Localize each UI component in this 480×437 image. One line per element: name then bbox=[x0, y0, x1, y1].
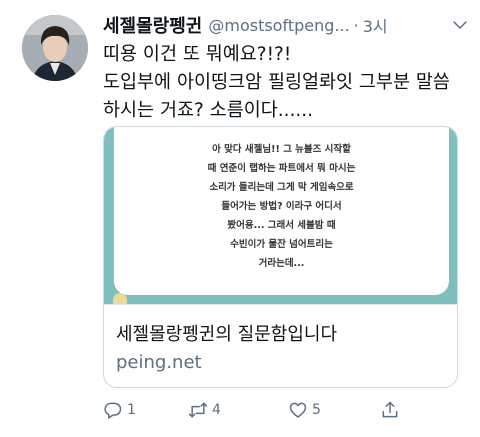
retweet-count: 4 bbox=[212, 402, 221, 418]
display-name[interactable]: 세젤몰랑펭귄 bbox=[103, 12, 202, 38]
card-media: 아 맞다 새젤님!! 그 뉴블즈 시작할 때 연준이 랩하는 파트에서 뭐 마시… bbox=[104, 127, 457, 305]
tweet-time[interactable]: 3시 bbox=[363, 13, 388, 37]
heart-icon bbox=[289, 402, 307, 418]
retweet-button[interactable]: 4 bbox=[188, 398, 221, 422]
card-domain: peing.net bbox=[116, 352, 202, 373]
share-icon bbox=[382, 401, 398, 418]
reply-button[interactable]: 1 bbox=[103, 398, 136, 422]
user-handle[interactable]: @mostsoftpeng... bbox=[208, 16, 349, 35]
action-bar: 1 4 5 bbox=[103, 398, 403, 422]
tweet-text: 띠용 이건 또 뭐예요?!?! 도입부에 아이띵크암 필링얼롸잇 그부분 말씀 … bbox=[103, 44, 450, 121]
reply-icon bbox=[104, 402, 122, 419]
reply-count: 1 bbox=[127, 402, 136, 418]
question-text: 아 맞다 새젤님!! 그 뉴블즈 시작할 때 연준이 랩하는 파트에서 뭐 마시… bbox=[207, 144, 356, 269]
like-count: 5 bbox=[312, 402, 321, 418]
separator-dot: · bbox=[353, 15, 359, 35]
tweet-header: 세젤몰랑펭귄 @mostsoftpeng... · 3시 bbox=[103, 12, 473, 38]
share-button[interactable] bbox=[380, 398, 400, 422]
chevron-down-icon[interactable] bbox=[451, 16, 469, 34]
avatar-image bbox=[22, 15, 88, 81]
avatar[interactable] bbox=[22, 15, 88, 81]
card-info: 세젤몰랑펭귄의 질문함입니다 peing.net bbox=[104, 304, 457, 387]
retweet-icon bbox=[188, 402, 208, 418]
like-button[interactable]: 5 bbox=[288, 398, 321, 422]
link-card[interactable]: 아 맞다 새젤님!! 그 뉴블즈 시작할 때 연준이 랩하는 파트에서 뭐 마시… bbox=[103, 126, 458, 388]
question-paper: 아 맞다 새젤님!! 그 뉴블즈 시작할 때 연준이 랩하는 파트에서 뭐 마시… bbox=[114, 127, 449, 295]
card-title: 세젤몰랑펭귄의 질문함입니다 bbox=[116, 324, 338, 345]
